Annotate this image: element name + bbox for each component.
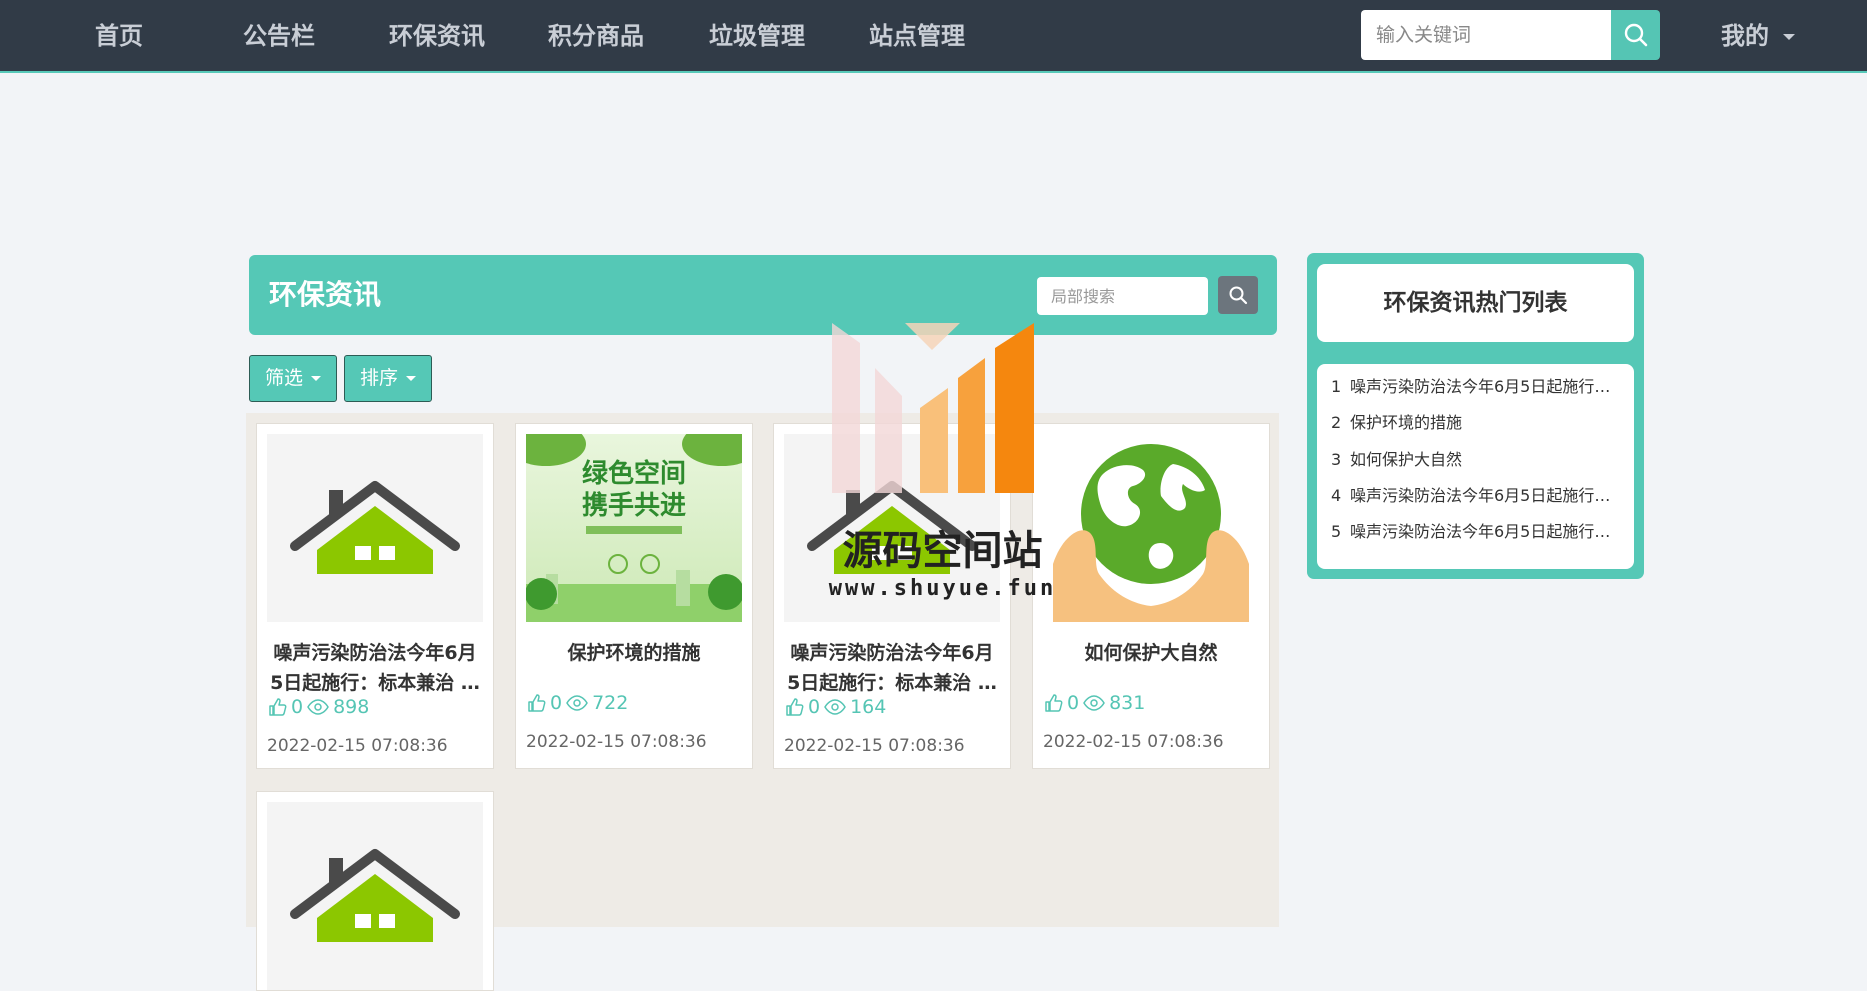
- sort-label: 排序: [360, 367, 399, 389]
- news-card[interactable]: 绿色空间 携手共进 保护环境的措施 0 722 2022-02-15 07:08…: [515, 423, 753, 769]
- nav-eco-news[interactable]: 环保资讯: [389, 0, 485, 73]
- view-count: 898: [333, 696, 370, 718]
- hot-list-item[interactable]: 4 噪声污染防治法今年6月5日起施行：标本兼治 系统治理: [1331, 478, 1621, 514]
- house-icon: [267, 434, 483, 622]
- news-card-stats: 0 722: [526, 690, 628, 716]
- nav-points-shop[interactable]: 积分商品: [548, 0, 644, 73]
- filter-label: 筛选: [265, 367, 304, 389]
- chevron-down-icon: [311, 376, 322, 381]
- global-search-input[interactable]: [1361, 10, 1611, 60]
- page-title: 环保资讯: [269, 278, 382, 311]
- thumbs-up-icon: [269, 698, 287, 716]
- hot-list-panel: 环保资讯热门列表 1 噪声污染防治法今年6月5日起施行：标本兼治 系统治理 2 保护…: [1307, 253, 1644, 579]
- hot-list-rank: 2: [1331, 413, 1342, 432]
- thumbs-up-icon: [528, 694, 546, 712]
- chevron-down-icon: [1783, 34, 1795, 40]
- hot-list-rank: 1: [1331, 377, 1342, 396]
- nav-garbage-management[interactable]: 垃圾管理: [709, 0, 805, 73]
- search-icon: [1229, 286, 1248, 305]
- hot-list-item[interactable]: 2 保护环境的措施: [1331, 405, 1621, 441]
- news-card-date: 2022-02-15 07:08:36: [1043, 732, 1224, 752]
- news-card-title: 如何保护大自然: [1084, 642, 1218, 664]
- chevron-down-icon: [406, 376, 417, 381]
- sort-dropdown[interactable]: 排序: [344, 355, 433, 402]
- news-card-title: 噪声污染防治法今年6月5日起施行：标本兼治 系统治理: [270, 642, 480, 694]
- house-icon: [267, 802, 483, 990]
- nav-notice-board[interactable]: 公告栏: [243, 0, 315, 73]
- like-count: 0: [1067, 692, 1080, 714]
- news-card-date: 2022-02-15 07:08:36: [784, 736, 965, 756]
- eye-icon: [307, 699, 329, 715]
- news-card-title: 保护环境的措施: [567, 642, 701, 664]
- hot-list-rank: 3: [1331, 450, 1342, 469]
- hot-list-rank: 5: [1331, 522, 1342, 541]
- thumbs-up-icon: [1045, 694, 1063, 712]
- news-grid: 噪声污染防治法今年6月5日起施行：标本兼治 系统治理 0 898 2022-02…: [246, 413, 1279, 991]
- view-count: 722: [592, 692, 629, 714]
- poster-line-1: 绿色空间: [582, 458, 686, 489]
- view-count: 831: [1109, 692, 1146, 714]
- house-icon: [784, 434, 1000, 622]
- nav-station-management[interactable]: 站点管理: [869, 0, 965, 73]
- earth-hands-image: [1043, 434, 1259, 622]
- search-icon: [1624, 23, 1647, 47]
- user-menu[interactable]: 我的: [1721, 0, 1795, 73]
- hot-list-item[interactable]: 5 噪声污染防治法今年6月5日起施行：标本兼治 系统治理: [1331, 514, 1621, 550]
- like-count: 0: [808, 696, 821, 718]
- section-header: 环保资讯: [249, 255, 1277, 335]
- news-card-stats: 0 831: [1043, 690, 1145, 716]
- global-search-button[interactable]: [1611, 10, 1660, 60]
- news-card[interactable]: 如何保护大自然 0 831 2022-02-15 07:08:36: [1032, 423, 1270, 769]
- news-card-title: 噪声污染防治法今年6月5日起施行：标本兼治 系统治理: [787, 642, 997, 694]
- top-navbar: 首页 公告栏 环保资讯 积分商品 垃圾管理 站点管理 我的: [0, 0, 1867, 73]
- eye-icon: [824, 699, 846, 715]
- news-card-date: 2022-02-15 07:08:36: [526, 732, 707, 752]
- like-count: 0: [550, 692, 563, 714]
- hot-list: 1 噪声污染防治法今年6月5日起施行：标本兼治 系统治理 2 保护环境的措施 3 如何…: [1317, 364, 1634, 569]
- news-card-stats: 0 898: [267, 694, 369, 720]
- thumbs-up-icon: [786, 698, 804, 716]
- eye-icon: [1083, 695, 1105, 711]
- poster-line-2: 携手共进: [582, 490, 686, 521]
- local-search-input[interactable]: [1037, 277, 1208, 315]
- hot-list-rank: 4: [1331, 486, 1342, 505]
- hot-list-item[interactable]: 1 噪声污染防治法今年6月5日起施行：标本兼治 系统治理: [1331, 369, 1621, 405]
- news-card[interactable]: [256, 791, 494, 991]
- hot-list-label: 噪声污染防治法今年6月5日起施行：标本兼治 系统治理: [1350, 522, 1621, 541]
- hot-list-title: 环保资讯热门列表: [1317, 264, 1634, 342]
- hot-list-label: 噪声污染防治法今年6月5日起施行：标本兼治 系统治理: [1350, 486, 1621, 505]
- news-card[interactable]: 噪声污染防治法今年6月5日起施行：标本兼治 系统治理 0 898 2022-02…: [256, 423, 494, 769]
- user-menu-label: 我的: [1721, 22, 1769, 50]
- news-card[interactable]: 噪声污染防治法今年6月5日起施行：标本兼治 系统治理 0 164 2022-02…: [773, 423, 1011, 769]
- nav-home[interactable]: 首页: [95, 0, 143, 73]
- hot-list-label: 保护环境的措施: [1350, 413, 1463, 432]
- news-card-stats: 0 164: [784, 694, 886, 720]
- like-count: 0: [291, 696, 304, 718]
- eye-icon: [566, 695, 588, 711]
- hot-list-item[interactable]: 3 如何保护大自然: [1331, 442, 1621, 478]
- news-card-date: 2022-02-15 07:08:36: [267, 736, 448, 756]
- filter-dropdown[interactable]: 筛选: [249, 355, 338, 402]
- green-poster-image: 绿色空间 携手共进: [526, 434, 742, 622]
- view-count: 164: [850, 696, 887, 718]
- local-search-button[interactable]: [1218, 276, 1258, 314]
- global-search: [1361, 10, 1660, 60]
- hot-list-label: 如何保护大自然: [1350, 450, 1463, 469]
- hot-list-label: 噪声污染防治法今年6月5日起施行：标本兼治 系统治理: [1350, 377, 1621, 396]
